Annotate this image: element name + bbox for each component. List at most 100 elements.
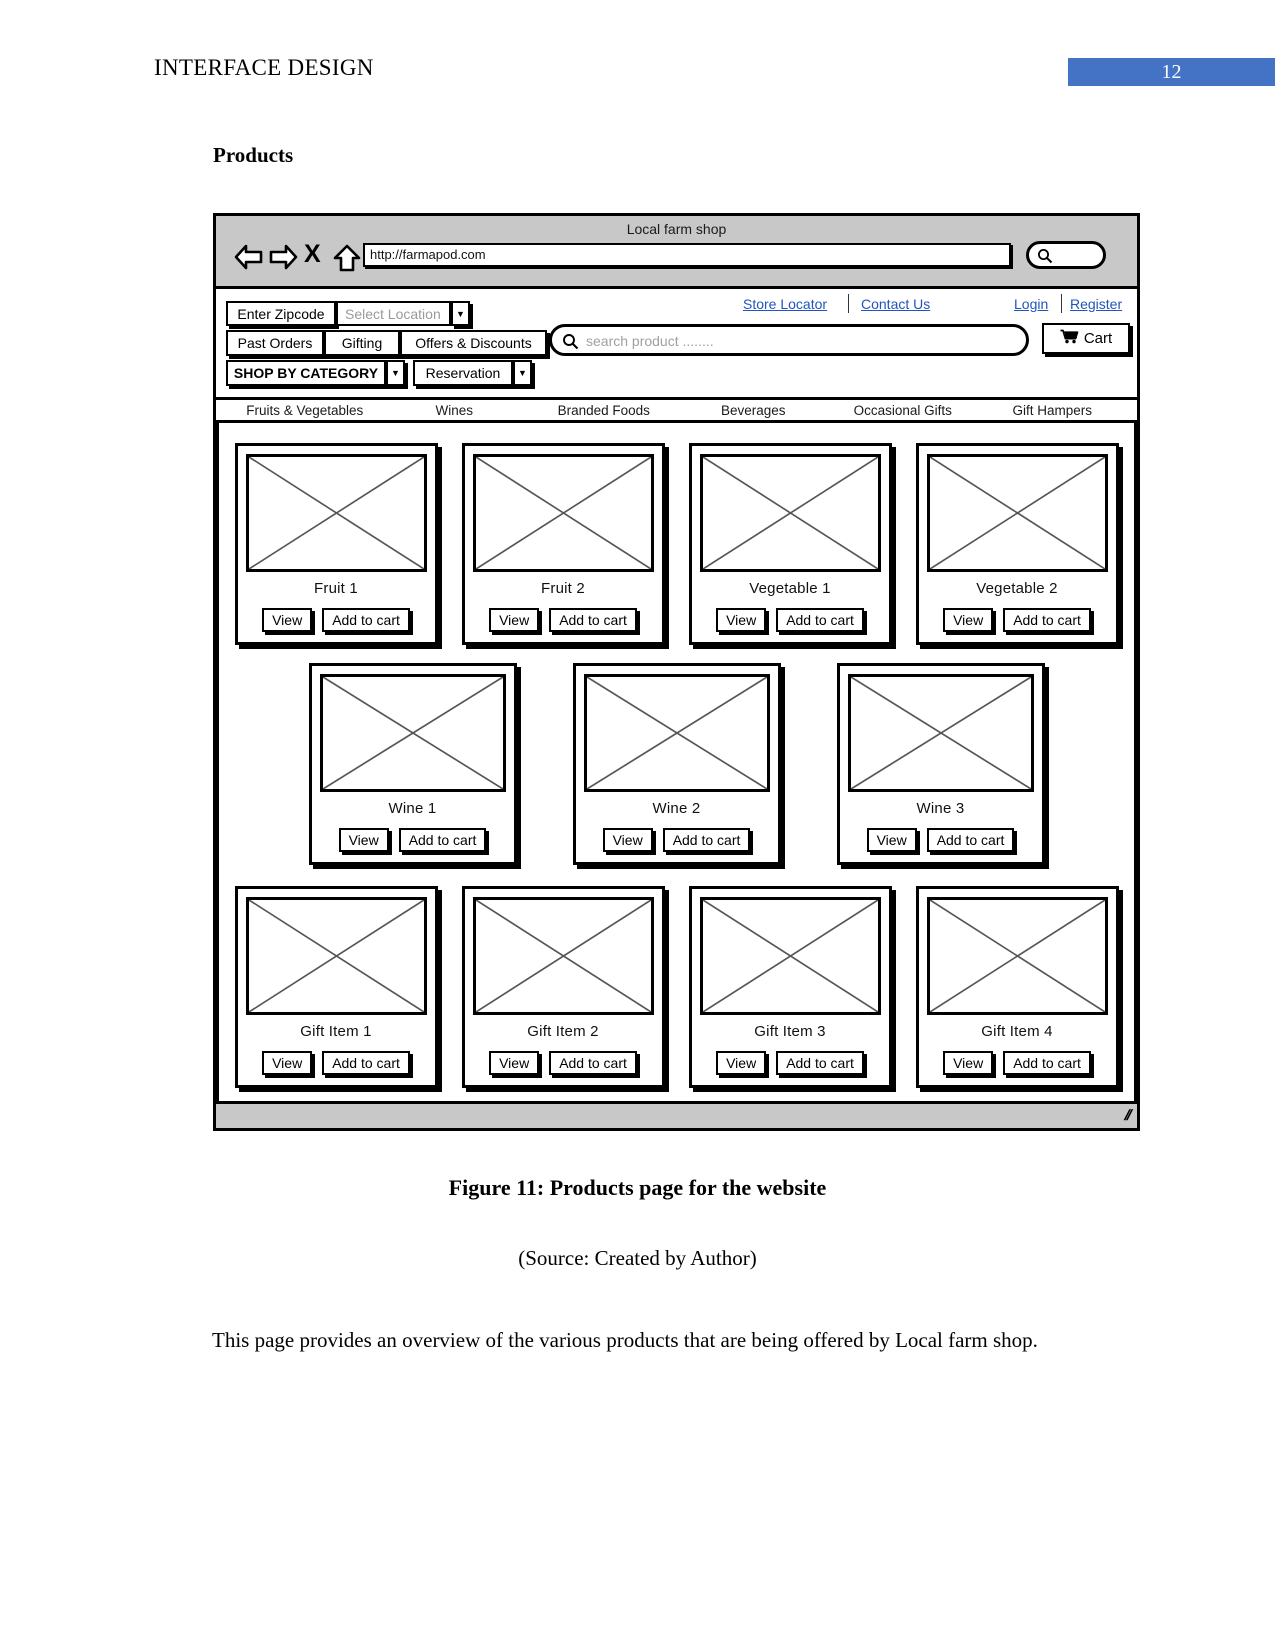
product-card[interactable]: Gift Item 4 View Add to cart xyxy=(915,886,1119,1088)
section-heading: Products xyxy=(213,143,294,167)
add-to-cart-button[interactable]: Add to cart xyxy=(776,1051,864,1075)
add-to-cart-button[interactable]: Add to cart xyxy=(776,608,864,632)
view-button[interactable]: View xyxy=(716,608,767,632)
product-card[interactable]: Wine 3 View Add to cart xyxy=(836,663,1045,865)
add-to-cart-button[interactable]: Add to cart xyxy=(1003,608,1091,632)
cart-button[interactable]: Cart xyxy=(1042,323,1130,354)
add-to-cart-button[interactable]: Add to cart xyxy=(549,608,637,632)
product-card[interactable]: Gift Item 1 View Add to cart xyxy=(234,886,438,1088)
product-name: Gift Item 1 xyxy=(300,1023,372,1040)
login-link[interactable]: Login xyxy=(1014,296,1048,312)
product-image-placeholder xyxy=(699,454,881,572)
product-row: Wine 1 View Add to cart Wine 2 View Add … xyxy=(219,663,1134,865)
add-to-cart-button[interactable]: Add to cart xyxy=(398,828,487,852)
enter-zipcode-button[interactable]: Enter Zipcode xyxy=(226,301,336,326)
contact-us-link[interactable]: Contact Us xyxy=(861,296,930,312)
site-header: Enter Zipcode Select Location ▼ Past Ord… xyxy=(216,289,1137,397)
product-name: Wine 3 xyxy=(916,800,965,817)
chevron-down-icon[interactable]: ▼ xyxy=(451,301,470,326)
product-card[interactable]: Wine 2 View Add to cart xyxy=(572,663,781,865)
product-name: Gift Item 3 xyxy=(754,1023,826,1040)
view-button[interactable]: View xyxy=(489,608,540,632)
product-name: Fruit 1 xyxy=(314,580,358,597)
products-grid: Fruit 1 View Add to cart Fruit 2 View Ad… xyxy=(216,423,1137,1101)
view-button[interactable]: View xyxy=(866,828,917,852)
past-orders-button[interactable]: Past Orders xyxy=(226,330,324,356)
browser-chrome: Local farm shop X http://farmapod.com xyxy=(216,216,1137,289)
offers-discounts-button[interactable]: Offers & Discounts xyxy=(400,330,547,356)
view-button[interactable]: View xyxy=(262,608,313,632)
browser-wireframe: Local farm shop X http://farmapod.com En… xyxy=(213,213,1140,1131)
store-locator-link[interactable]: Store Locator xyxy=(743,296,827,312)
product-card[interactable]: Gift Item 3 View Add to cart xyxy=(688,886,892,1088)
tab-beverages[interactable]: Beverages xyxy=(679,403,829,418)
view-button[interactable]: View xyxy=(262,1051,313,1075)
product-image-placeholder xyxy=(472,897,654,1015)
product-image-placeholder xyxy=(472,454,654,572)
tab-gift-hampers[interactable]: Gift Hampers xyxy=(978,403,1128,418)
product-name: Fruit 2 xyxy=(541,580,585,597)
browser-status-bar: // xyxy=(216,1101,1137,1128)
view-button[interactable]: View xyxy=(489,1051,540,1075)
tab-wines[interactable]: Wines xyxy=(380,403,530,418)
select-location-dropdown[interactable]: Select Location xyxy=(336,301,451,326)
cart-icon xyxy=(1060,329,1079,348)
product-card[interactable]: Wine 1 View Add to cart xyxy=(308,663,517,865)
product-card[interactable]: Fruit 1 View Add to cart xyxy=(234,443,438,645)
tab-fruits-vegetables[interactable]: Fruits & Vegetables xyxy=(230,403,380,418)
product-name: Wine 1 xyxy=(388,800,437,817)
back-arrow-icon[interactable] xyxy=(234,244,264,275)
product-card[interactable]: Gift Item 2 View Add to cart xyxy=(461,886,665,1088)
product-name: Wine 2 xyxy=(652,800,701,817)
view-button[interactable]: View xyxy=(338,828,389,852)
browser-window-title: Local farm shop xyxy=(626,221,727,237)
product-image-placeholder xyxy=(699,897,881,1015)
gifting-button[interactable]: Gifting xyxy=(324,330,400,356)
product-card[interactable]: Vegetable 1 View Add to cart xyxy=(688,443,892,645)
product-image-placeholder xyxy=(926,897,1108,1015)
document-header-title: INTERFACE DESIGN xyxy=(154,55,374,80)
browser-search-box[interactable] xyxy=(1026,241,1106,269)
search-icon xyxy=(1037,248,1053,269)
url-text: http://farmapod.com xyxy=(370,247,486,262)
view-button[interactable]: View xyxy=(943,1051,994,1075)
add-to-cart-button[interactable]: Add to cart xyxy=(662,828,751,852)
link-divider xyxy=(1061,294,1062,313)
body-paragraph-text: This page provides an overview of the va… xyxy=(212,1328,1038,1352)
chevron-down-icon[interactable]: ▼ xyxy=(513,360,532,386)
add-to-cart-button[interactable]: Add to cart xyxy=(1003,1051,1091,1075)
tab-occasional-gifts[interactable]: Occasional Gifts xyxy=(828,403,978,418)
reservation-button[interactable]: Reservation xyxy=(413,360,513,386)
view-button[interactable]: View xyxy=(602,828,653,852)
chevron-down-icon[interactable]: ▼ xyxy=(386,360,405,386)
category-tab-bar: Fruits & Vegetables Wines Branded Foods … xyxy=(216,397,1137,423)
product-row: Gift Item 1 View Add to cart Gift Item 2… xyxy=(219,886,1134,1088)
search-placeholder: search product ........ xyxy=(586,333,714,349)
link-divider xyxy=(848,294,849,313)
search-icon xyxy=(562,333,579,355)
register-link[interactable]: Register xyxy=(1070,296,1122,312)
product-image-placeholder xyxy=(245,897,427,1015)
forward-arrow-icon[interactable] xyxy=(268,244,298,275)
url-bar[interactable]: http://farmapod.com xyxy=(363,243,1011,267)
document-header: INTERFACE DESIGN 12 xyxy=(0,0,1275,110)
add-to-cart-button[interactable]: Add to cart xyxy=(322,608,410,632)
add-to-cart-button[interactable]: Add to cart xyxy=(322,1051,410,1075)
view-button[interactable]: View xyxy=(943,608,994,632)
close-icon[interactable]: X xyxy=(304,242,321,267)
resize-handle-icon[interactable]: // xyxy=(1122,1107,1132,1124)
add-to-cart-button[interactable]: Add to cart xyxy=(549,1051,637,1075)
shop-by-category-button[interactable]: SHOP BY CATEGORY xyxy=(226,360,386,386)
add-to-cart-button[interactable]: Add to cart xyxy=(926,828,1015,852)
tab-branded-foods[interactable]: Branded Foods xyxy=(529,403,679,418)
home-icon[interactable] xyxy=(333,244,361,277)
cart-label: Cart xyxy=(1083,330,1113,347)
product-name: Vegetable 1 xyxy=(749,580,831,597)
search-input[interactable]: search product ........ xyxy=(549,324,1029,356)
product-card[interactable]: Vegetable 2 View Add to cart xyxy=(915,443,1119,645)
figure-caption: Figure 11: Products page for the website xyxy=(448,1175,827,1200)
product-card[interactable]: Fruit 2 View Add to cart xyxy=(461,443,665,645)
view-button[interactable]: View xyxy=(716,1051,767,1075)
product-row: Fruit 1 View Add to cart Fruit 2 View Ad… xyxy=(219,443,1134,645)
figure-source: (Source: Created by Author) xyxy=(518,1246,757,1270)
